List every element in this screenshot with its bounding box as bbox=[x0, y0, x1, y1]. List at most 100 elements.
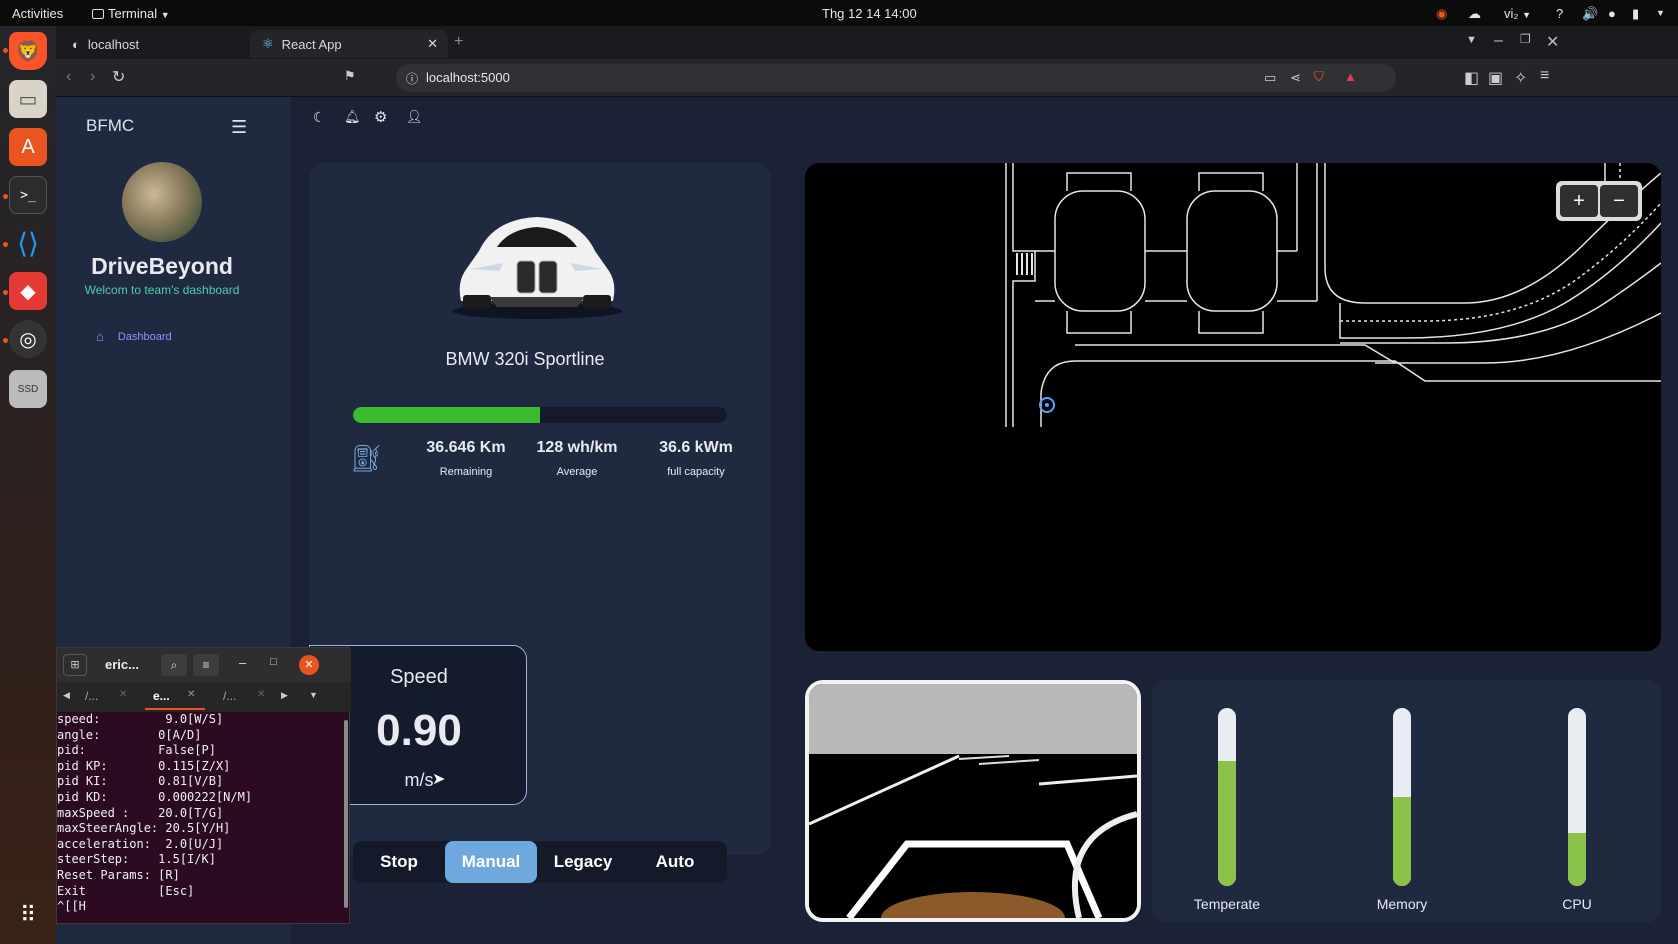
tab-scroll-right-icon[interactable]: ▶ bbox=[281, 690, 288, 701]
profile-button[interactable]: 👤︎ bbox=[406, 109, 423, 125]
terminal-menu-button[interactable]: ≡ bbox=[193, 654, 219, 676]
tab-react-app[interactable]: ⚛ React App ✕ bbox=[250, 30, 448, 58]
brave-shields-icon[interactable]: ⛉ bbox=[1314, 69, 1324, 85]
terminal-line: steerStep: 1.5[I/K] bbox=[57, 852, 216, 867]
terminal-icon bbox=[92, 9, 104, 19]
reload-icon[interactable]: ↻ bbox=[112, 67, 125, 87]
terminal-tabs: ◀ /... ✕ e... ✕ /... ✕ ▶ ▼ bbox=[57, 682, 351, 712]
close-terminal-tab-icon[interactable]: ✕ bbox=[257, 689, 265, 700]
mode-legacy-button[interactable]: Legacy bbox=[537, 841, 629, 883]
cast-icon[interactable]: ▭ bbox=[1264, 70, 1276, 86]
terminal-scrollbar[interactable] bbox=[344, 720, 348, 908]
terminal-tab-3[interactable]: /... bbox=[223, 689, 236, 703]
wallet-icon[interactable]: ▣ bbox=[1488, 68, 1503, 88]
close-terminal-tab-icon[interactable]: ✕ bbox=[119, 689, 127, 700]
stat-average: 128 wh/km Average bbox=[536, 439, 618, 478]
sidebar-toggle-icon[interactable]: ◧ bbox=[1464, 68, 1479, 88]
minimize-window-icon[interactable]: – bbox=[1494, 32, 1503, 50]
mode-selector: Stop Manual Legacy Auto bbox=[353, 841, 727, 883]
terminal-line: pid KD: 0.000222[N/M] bbox=[57, 789, 253, 804]
terminal-line: speed: 9.0[W/S] bbox=[57, 712, 224, 726]
terminal-output[interactable]: speed: 9.0[W/S] angle: 0[A/D] pid: False[P… bbox=[57, 712, 351, 925]
settings-button[interactable]: ⚙ bbox=[374, 108, 387, 126]
terminal-title: eric... bbox=[105, 657, 139, 672]
steam-icon[interactable]: ◉ bbox=[1436, 6, 1447, 22]
zoom-out-button[interactable]: − bbox=[1600, 185, 1638, 217]
notifications-button[interactable]: 🔔︎ bbox=[344, 109, 361, 125]
gear-icon: ⚙ bbox=[374, 109, 388, 126]
tab-localhost[interactable]: ◐ localhost bbox=[60, 30, 246, 58]
tab-scroll-left-icon[interactable]: ◀ bbox=[63, 690, 70, 701]
terminal-line: Reset Params: [R] bbox=[57, 867, 180, 882]
new-tab-button[interactable]: ⊞ bbox=[63, 654, 87, 676]
close-window-icon[interactable]: ✕ bbox=[1546, 32, 1559, 52]
files-icon[interactable]: ▭ bbox=[9, 80, 47, 118]
brave-rewards-icon[interactable]: ▲ bbox=[1344, 69, 1357, 84]
terminal-app-menu[interactable]: Terminal ▼ bbox=[92, 6, 170, 21]
terminal-tab-1[interactable]: /... bbox=[85, 689, 98, 703]
app-grid-icon[interactable]: ⠿ bbox=[9, 896, 47, 934]
tab-list-chevron-icon[interactable]: ▼ bbox=[309, 690, 318, 700]
address-bar[interactable]: ⓘ localhost:5000 ▭ ⋖ ⛉ ▲ bbox=[396, 64, 1396, 92]
car-image bbox=[449, 211, 624, 321]
menu-icon[interactable]: ≡ bbox=[1540, 67, 1549, 85]
mode-manual-button[interactable]: Manual bbox=[445, 841, 537, 883]
forward-icon[interactable]: › bbox=[90, 68, 95, 86]
track-map[interactable]: + − bbox=[805, 163, 1661, 651]
obs-icon[interactable]: ◎ bbox=[9, 320, 47, 358]
hamburger-menu-icon[interactable]: ☰ bbox=[231, 117, 247, 138]
car-card: BMW 320i Sportline ⛽︎ 36.646 Km Remainin… bbox=[309, 163, 771, 883]
terminal-line: pid KI: 0.81[V/B] bbox=[57, 774, 224, 789]
cloud-icon[interactable]: ☁ bbox=[1468, 6, 1481, 22]
volume-icon[interactable]: 🔊 bbox=[1582, 6, 1598, 22]
terminal-minimize-icon[interactable]: – bbox=[239, 655, 246, 670]
software-center-icon[interactable]: A bbox=[9, 128, 47, 166]
temperature-gauge bbox=[1218, 708, 1236, 886]
terminal-line: pid KP: 0.115[Z/X] bbox=[57, 758, 231, 773]
bell-icon: 🔔︎ bbox=[344, 109, 361, 124]
terminal-maximize-icon[interactable]: □ bbox=[270, 656, 277, 668]
git-icon[interactable]: ◆ bbox=[9, 272, 47, 310]
search-icon: ⌕ bbox=[170, 658, 178, 672]
mode-auto-button[interactable]: Auto bbox=[629, 841, 721, 883]
site-info-icon[interactable]: ⓘ bbox=[406, 70, 418, 87]
battery-icon[interactable]: ▮ bbox=[1632, 6, 1639, 22]
close-tab-icon[interactable]: ✕ bbox=[427, 36, 438, 52]
mode-stop-button[interactable]: Stop bbox=[353, 841, 445, 883]
terminal-window[interactable]: ⊞ eric... ⌕ ≡ – □ ✕ ◀ /... ✕ e... ✕ /...… bbox=[56, 647, 351, 925]
microphone-icon[interactable]: ● bbox=[1608, 6, 1616, 21]
mouse-cursor: ➤ bbox=[432, 771, 446, 788]
terminal-app-icon[interactable]: >_ bbox=[9, 176, 47, 214]
disk-icon[interactable]: SSD bbox=[9, 370, 47, 408]
terminal-close-icon[interactable]: ✕ bbox=[299, 655, 319, 675]
close-terminal-tab-icon[interactable]: ✕ bbox=[187, 689, 195, 700]
browser-tab-bar: ◐ localhost ⚛ React App ✕ + ▼ – ❐ ✕ bbox=[56, 26, 1678, 59]
leo-icon[interactable]: ✧ bbox=[1514, 68, 1527, 88]
new-tab-icon[interactable]: + bbox=[454, 33, 463, 51]
tab-search-chevron-icon[interactable]: ▼ bbox=[1466, 34, 1477, 46]
vscode-icon[interactable]: ⟨⟩ bbox=[9, 224, 47, 262]
activities-button[interactable]: Activities bbox=[12, 6, 63, 21]
map-zoom-controls: + − bbox=[1556, 181, 1642, 221]
system-menu-chevron-icon[interactable]: ▼ bbox=[1656, 8, 1665, 18]
temperature-label: Temperate bbox=[1193, 896, 1261, 912]
dark-mode-toggle[interactable]: ☾ bbox=[313, 109, 326, 126]
restore-window-icon[interactable]: ❐ bbox=[1520, 32, 1531, 46]
terminal-tab-2[interactable]: e... bbox=[153, 689, 170, 703]
zoom-in-button[interactable]: + bbox=[1560, 185, 1598, 217]
share-icon[interactable]: ⋖ bbox=[1290, 70, 1301, 86]
bookmark-icon[interactable]: ⚑ bbox=[344, 68, 356, 84]
back-icon[interactable]: ‹ bbox=[66, 68, 71, 86]
welcome-text: Welcom to team's dashboard bbox=[84, 283, 240, 297]
terminal-line: acceleration: 2.0[U/J] bbox=[57, 836, 224, 851]
terminal-search-button[interactable]: ⌕ bbox=[161, 654, 187, 676]
moon-icon: ☾ bbox=[313, 109, 326, 125]
sidebar-item-dashboard[interactable]: ⌂ Dashboard bbox=[96, 329, 172, 344]
help-icon[interactable]: ? bbox=[1556, 6, 1563, 21]
clock[interactable]: Thg 12 14 14:00 bbox=[822, 6, 917, 21]
input-method[interactable]: vi₂ ▼ bbox=[1504, 6, 1531, 21]
brave-browser-icon[interactable]: 🦁 bbox=[9, 32, 47, 70]
brand-title: BFMC bbox=[86, 116, 135, 135]
url-text[interactable]: localhost:5000 bbox=[426, 70, 510, 85]
globe-icon: ◐ bbox=[72, 36, 80, 52]
